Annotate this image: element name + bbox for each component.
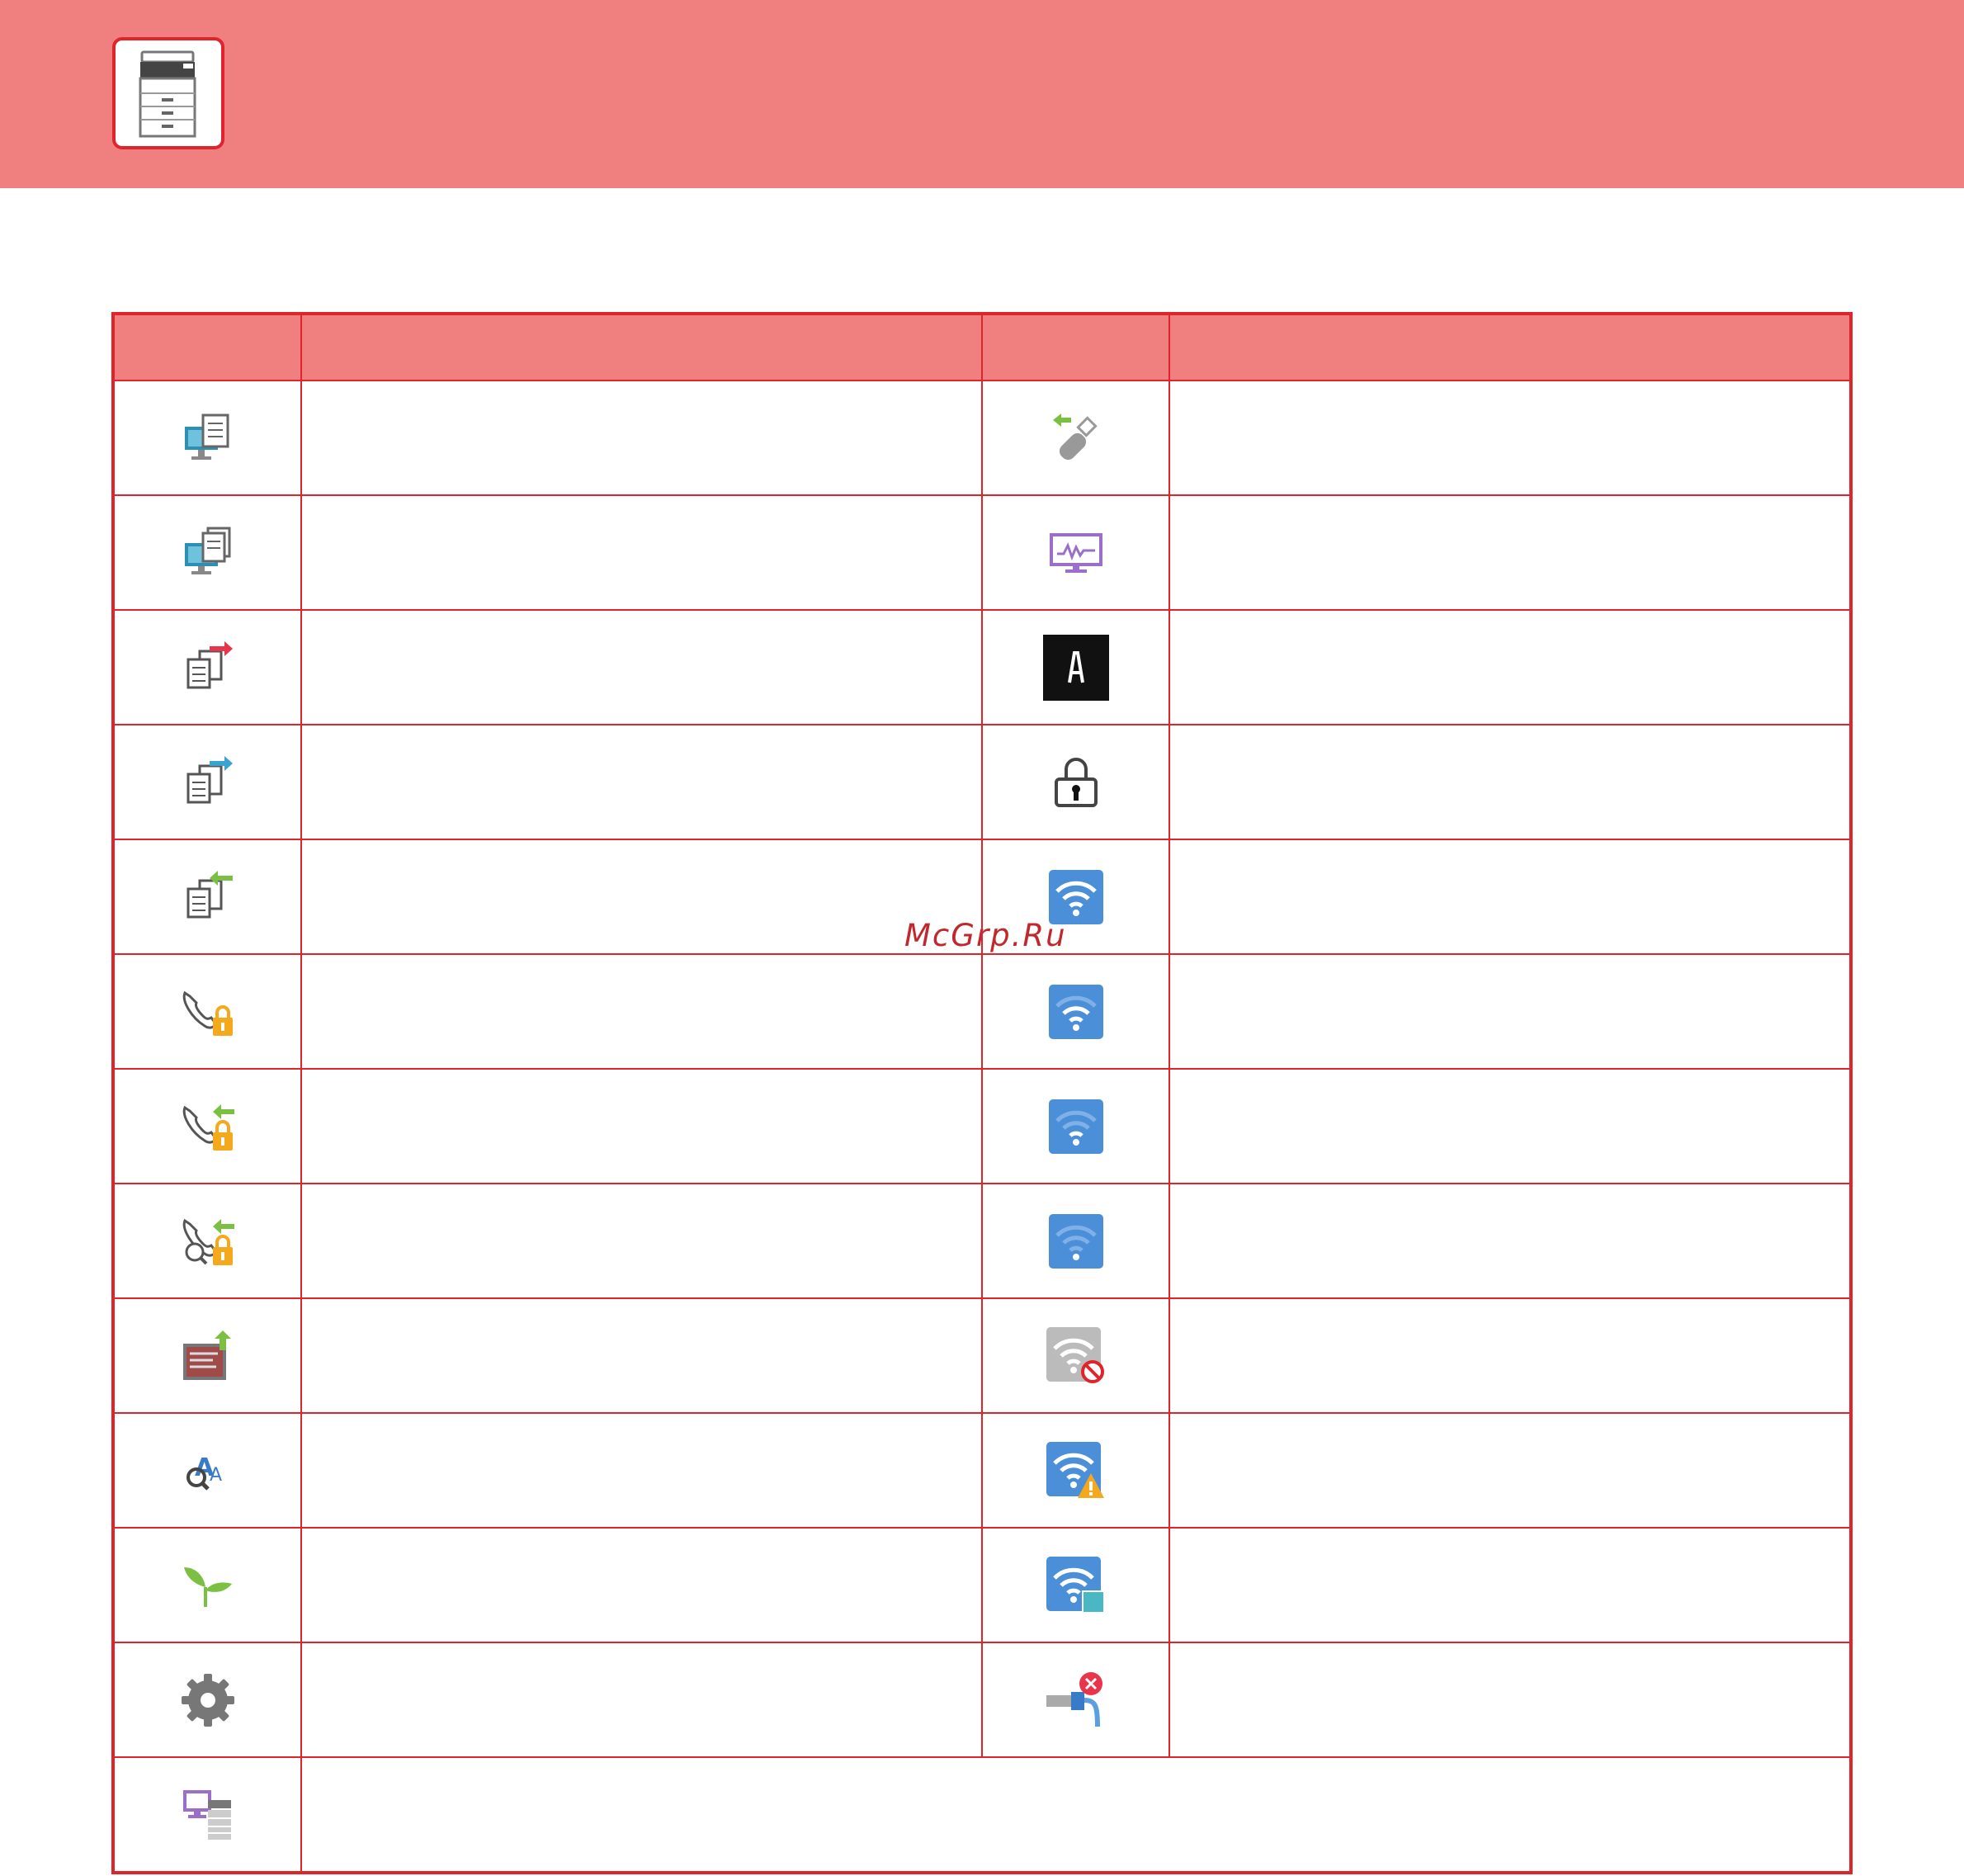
desc-cell bbox=[1168, 839, 1852, 955]
table-row bbox=[111, 494, 1852, 611]
table-row bbox=[111, 1527, 1852, 1643]
wifi-three-bars-icon bbox=[1048, 984, 1103, 1039]
desc-cell bbox=[1168, 1527, 1852, 1643]
ocr-text-icon: A A bbox=[186, 1453, 222, 1491]
documents-send-red-icon bbox=[186, 640, 233, 688]
pc-document-icon bbox=[184, 413, 229, 460]
table-row bbox=[111, 724, 1852, 840]
icon-cell bbox=[980, 839, 1171, 955]
icon-table: A A bbox=[111, 312, 1853, 1874]
header-cell bbox=[300, 313, 983, 381]
wifi-one-bar-icon bbox=[1048, 1213, 1103, 1269]
desc-cell bbox=[1168, 494, 1852, 611]
icon-cell bbox=[980, 1183, 1171, 1299]
lan-disconnected-icon bbox=[1046, 1671, 1102, 1727]
icon-cell bbox=[111, 953, 303, 1070]
lock-icon bbox=[1054, 757, 1098, 807]
desc-cell bbox=[1168, 1412, 1852, 1529]
pc-documents-icon bbox=[184, 527, 231, 574]
icon-cell bbox=[111, 1297, 303, 1414]
icon-cell bbox=[111, 1527, 303, 1643]
monitor-activity-icon bbox=[1049, 532, 1102, 573]
icon-cell bbox=[111, 494, 303, 611]
icon-cell bbox=[980, 1068, 1171, 1184]
svg-text:A: A bbox=[210, 1465, 222, 1486]
icon-cell bbox=[980, 609, 1171, 725]
icon-cell bbox=[111, 609, 303, 725]
desc-cell bbox=[1168, 1183, 1852, 1299]
desc-cell bbox=[300, 1527, 983, 1643]
icon-cell bbox=[111, 1756, 303, 1874]
table-row bbox=[111, 1183, 1852, 1299]
eco-sprout-icon bbox=[183, 1566, 232, 1607]
header-cell bbox=[1168, 313, 1852, 381]
desc-cell bbox=[300, 839, 983, 955]
table-row: A A bbox=[111, 1412, 1852, 1529]
desc-cell bbox=[300, 1756, 1852, 1874]
header-cell bbox=[111, 313, 303, 381]
table-row bbox=[111, 839, 1852, 955]
wifi-two-bars-icon bbox=[1048, 1099, 1103, 1154]
desc-cell bbox=[300, 609, 983, 725]
wifi-disabled-icon bbox=[1046, 1326, 1104, 1383]
table-row bbox=[111, 953, 1852, 1070]
table-row bbox=[111, 609, 1852, 725]
icon-cell bbox=[980, 1412, 1171, 1529]
table-row bbox=[111, 1297, 1852, 1414]
table-row bbox=[111, 1642, 1852, 1758]
wifi-full-icon bbox=[1048, 869, 1103, 924]
gear-icon bbox=[181, 1673, 234, 1727]
fax-receive-lock-icon bbox=[182, 1103, 234, 1151]
icon-cell bbox=[111, 380, 303, 496]
desc-cell bbox=[300, 380, 983, 496]
desc-cell bbox=[1168, 1642, 1852, 1758]
desc-cell bbox=[300, 1642, 983, 1758]
table-row bbox=[111, 1756, 1852, 1874]
icon-cell bbox=[111, 1642, 303, 1758]
usb-memory-icon bbox=[1052, 413, 1098, 460]
desc-cell bbox=[1168, 1297, 1852, 1414]
desc-cell bbox=[300, 494, 983, 611]
remote-pc-printer-icon bbox=[182, 1789, 231, 1840]
icon-cell bbox=[980, 724, 1171, 840]
desc-cell bbox=[300, 1297, 983, 1414]
desc-cell bbox=[1168, 724, 1852, 840]
printer-icon bbox=[112, 37, 224, 149]
desc-cell bbox=[300, 1068, 983, 1184]
icon-cell: A A bbox=[111, 1412, 303, 1529]
table-row bbox=[111, 1068, 1852, 1184]
icon-cell bbox=[111, 839, 303, 955]
desc-cell bbox=[300, 1412, 983, 1529]
icon-cell bbox=[980, 1527, 1171, 1643]
icon-cell bbox=[980, 1642, 1171, 1758]
desc-cell bbox=[1168, 953, 1852, 1070]
image-upload-icon bbox=[182, 1330, 231, 1380]
desc-cell bbox=[300, 953, 983, 1070]
desc-cell bbox=[300, 724, 983, 840]
fax-search-lock-icon bbox=[182, 1218, 234, 1265]
desc-cell bbox=[1168, 1068, 1852, 1184]
wifi-warning-icon bbox=[1046, 1441, 1104, 1498]
header-cell bbox=[980, 313, 1171, 381]
letter-a-icon bbox=[1042, 634, 1109, 701]
icon-cell bbox=[111, 1183, 303, 1299]
icon-cell bbox=[980, 953, 1171, 1070]
documents-receive-green-icon bbox=[186, 870, 233, 918]
icon-cell bbox=[111, 1068, 303, 1184]
documents-send-blue-icon bbox=[186, 755, 233, 803]
desc-cell bbox=[1168, 609, 1852, 725]
desc-cell bbox=[1168, 380, 1852, 496]
header-band bbox=[0, 0, 1964, 188]
desc-cell bbox=[300, 1183, 983, 1299]
icon-cell bbox=[980, 494, 1171, 611]
icon-cell bbox=[980, 1297, 1171, 1414]
fax-lock-icon bbox=[182, 990, 233, 1036]
icon-cell bbox=[111, 724, 303, 840]
wifi-access-point-icon bbox=[1046, 1556, 1105, 1614]
icon-cell bbox=[980, 380, 1171, 496]
table-header-row bbox=[111, 313, 1852, 381]
table-row bbox=[111, 380, 1852, 496]
